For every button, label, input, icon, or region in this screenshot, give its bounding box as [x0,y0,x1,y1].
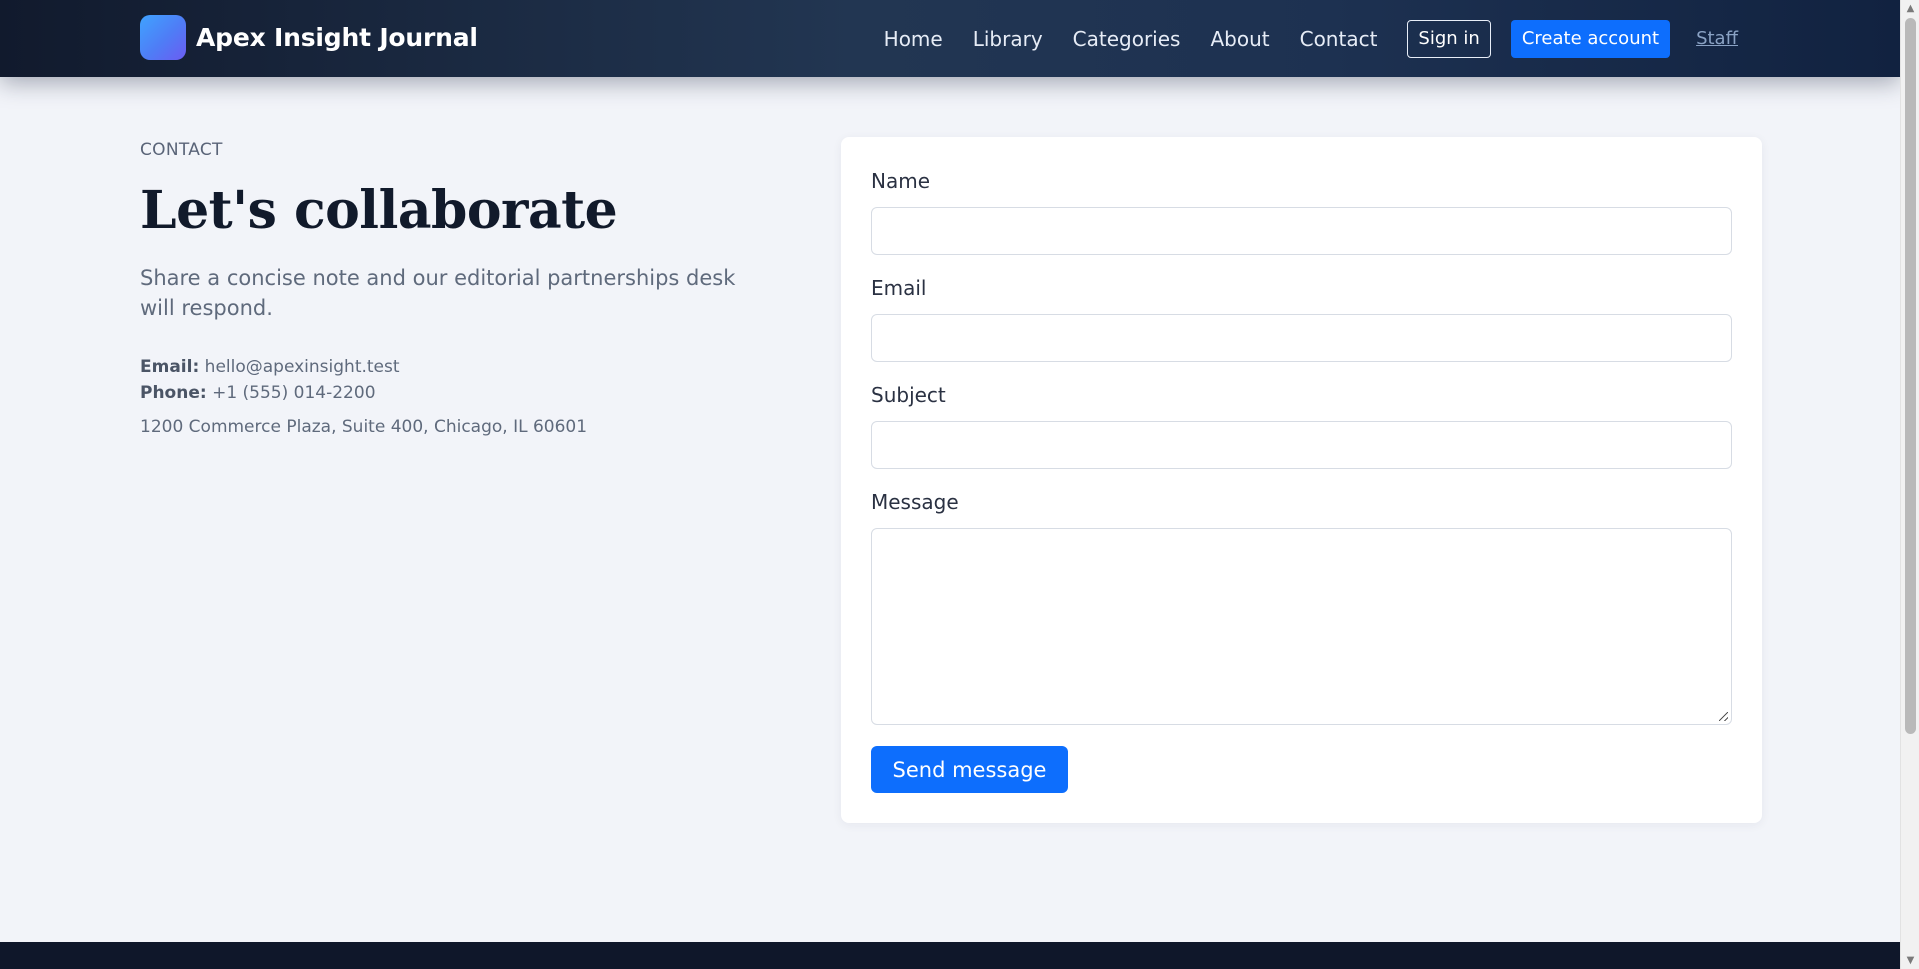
nav-library-link[interactable]: Library [973,27,1043,51]
email-field-label: Email [871,276,927,300]
page-footer [0,942,1900,969]
top-navigation-bar: Apex Insight Journal Home Library Catego… [0,0,1900,77]
scroll-down-arrow-icon[interactable]: ▼ [1901,952,1919,969]
brand-logo-icon [140,15,186,60]
email-value: hello@apexinsight.test [204,357,400,377]
message-label: Message [871,490,959,514]
email-label: Email: [140,357,200,377]
main-nav: Home Library Categories About Contact Si… [884,19,1738,58]
phone-label: Phone: [140,383,207,403]
nav-home-link[interactable]: Home [884,27,943,51]
name-input[interactable] [871,207,1732,255]
resize-grip-icon[interactable] [1719,712,1728,721]
nav-categories-link[interactable]: Categories [1073,27,1181,51]
name-label: Name [871,169,931,193]
brand-name: Apex Insight Journal [196,23,478,52]
scrollbar-thumb[interactable] [1905,18,1916,734]
scroll-up-arrow-icon[interactable]: ▲ [1901,0,1919,17]
email-input[interactable] [871,314,1732,362]
brand[interactable]: Apex Insight Journal [140,15,478,60]
intro-description: Share a concise note and our editorial p… [140,266,736,320]
nav-contact-link[interactable]: Contact [1300,27,1378,51]
subject-label: Subject [871,383,946,407]
message-textarea[interactable] [871,528,1732,725]
subject-input[interactable] [871,421,1732,469]
section-eyebrow: CONTACT [140,140,223,160]
phone-line: Phone: +1 (555) 014-2200 [140,380,400,406]
page-title: Let's collaborate [140,180,618,241]
sign-in-button[interactable]: Sign in [1407,19,1491,58]
send-message-button[interactable]: Send message [871,746,1068,793]
phone-value: +1 (555) 014-2200 [212,383,376,403]
create-account-button[interactable]: Create account [1510,19,1671,58]
email-line: Email: hello@apexinsight.test [140,354,400,380]
contact-form-card: Name Email Subject Message Send message [841,137,1762,823]
contact-details: Email: hello@apexinsight.test Phone: +1 … [140,354,400,406]
staff-link[interactable]: Staff [1696,28,1738,49]
vertical-scrollbar[interactable]: ▲ ▼ [1900,0,1919,969]
address: 1200 Commerce Plaza, Suite 400, Chicago,… [140,417,588,437]
nav-about-link[interactable]: About [1210,27,1269,51]
